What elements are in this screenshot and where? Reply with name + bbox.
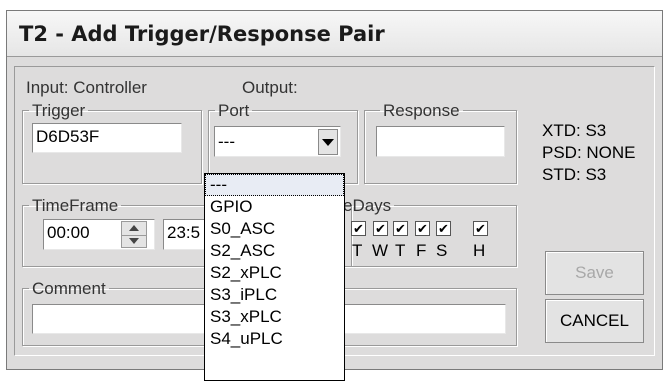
day-label-1: T	[352, 241, 363, 260]
trigger-legend: Trigger	[32, 101, 86, 120]
timeframe-legend: TimeFrame	[32, 196, 119, 215]
combo-dropdown-button[interactable]	[318, 129, 338, 155]
spin-up-button[interactable]	[122, 222, 146, 235]
day-checkbox-1[interactable]: ✔	[351, 221, 366, 236]
xtd-status: XTD: S3	[542, 121, 607, 140]
active-days-legend: eDays	[343, 196, 392, 215]
output-label: Output:	[242, 78, 298, 97]
cancel-button[interactable]: CANCEL	[545, 299, 644, 343]
psd-status: PSD: NONE	[542, 143, 636, 162]
port-option-s2-xplc[interactable]: S2_xPLC	[205, 262, 344, 284]
day-label-6: H	[473, 241, 486, 260]
arrow-up-icon	[129, 225, 139, 232]
trigger-input[interactable]: D6D53F	[32, 123, 182, 153]
start-time-spinner[interactable]	[121, 221, 147, 248]
response-legend: Response	[383, 101, 460, 120]
day-label-4: F	[416, 241, 427, 260]
day-label-5: S	[436, 241, 448, 260]
port-option-none[interactable]: ---	[205, 174, 344, 196]
port-legend: Port	[218, 101, 250, 120]
day-checkbox-2[interactable]: ✔	[373, 221, 388, 236]
save-button[interactable]: Save	[545, 251, 644, 295]
day-checkbox-6[interactable]: ✔	[473, 221, 488, 236]
status-block: XTD: S3 PSD: NONE STD: S3	[542, 120, 636, 186]
day-checkbox-4[interactable]: ✔	[415, 221, 430, 236]
input-label: Input: Controller	[26, 78, 147, 97]
arrow-down-icon	[129, 238, 139, 245]
std-status: STD: S3	[542, 165, 607, 184]
day-checkbox-3[interactable]: ✔	[393, 221, 408, 236]
port-option-s2-asc[interactable]: S2_ASC	[205, 240, 344, 262]
port-selected-value: ---	[218, 132, 235, 151]
port-option-gpio[interactable]: GPIO	[205, 196, 344, 218]
comment-legend: Comment	[32, 279, 106, 298]
port-option-s4-uplc[interactable]: S4_uPLC	[205, 328, 344, 350]
port-option-s3-xplc[interactable]: S3_xPLC	[205, 306, 344, 328]
port-dropdown-list[interactable]: --- GPIO S0_ASC S2_ASC S2_xPLC S3_iPLC S…	[204, 173, 345, 381]
spin-down-button[interactable]	[122, 234, 146, 248]
response-input[interactable]	[376, 126, 505, 157]
title-bar[interactable]: T2 - Add Trigger/Response Pair	[7, 11, 662, 57]
end-time-value: 23:5	[167, 223, 201, 242]
window-title: T2 - Add Trigger/Response Pair	[19, 22, 385, 46]
port-combobox[interactable]: ---	[214, 126, 341, 157]
chevron-down-icon	[322, 138, 334, 146]
start-time-value: 00:00	[47, 223, 90, 242]
day-checkbox-5[interactable]: ✔	[436, 221, 451, 236]
day-label-3: T	[395, 241, 406, 260]
day-label-2: W	[372, 241, 389, 260]
port-option-s3-iplc[interactable]: S3_iPLC	[205, 284, 344, 306]
port-option-s0-asc[interactable]: S0_ASC	[205, 218, 344, 240]
